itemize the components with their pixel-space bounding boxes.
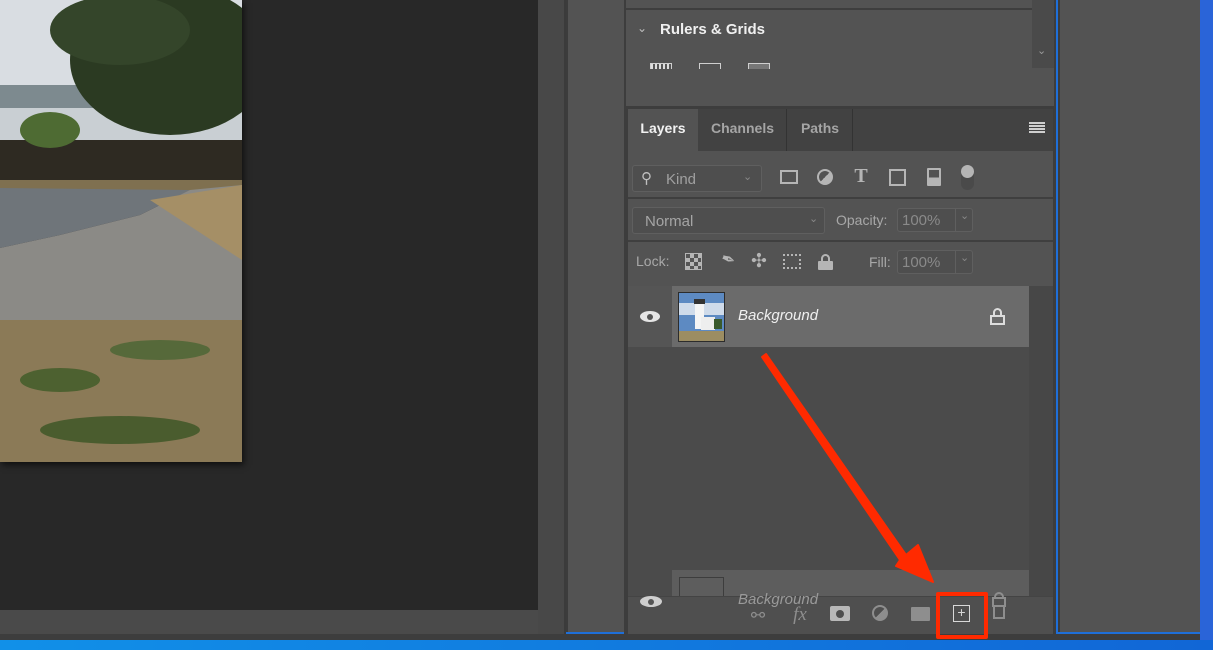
new-layer-highlight-box bbox=[936, 592, 988, 639]
annotation-overlay bbox=[761, 353, 934, 583]
annotation-arrow bbox=[761, 353, 934, 583]
